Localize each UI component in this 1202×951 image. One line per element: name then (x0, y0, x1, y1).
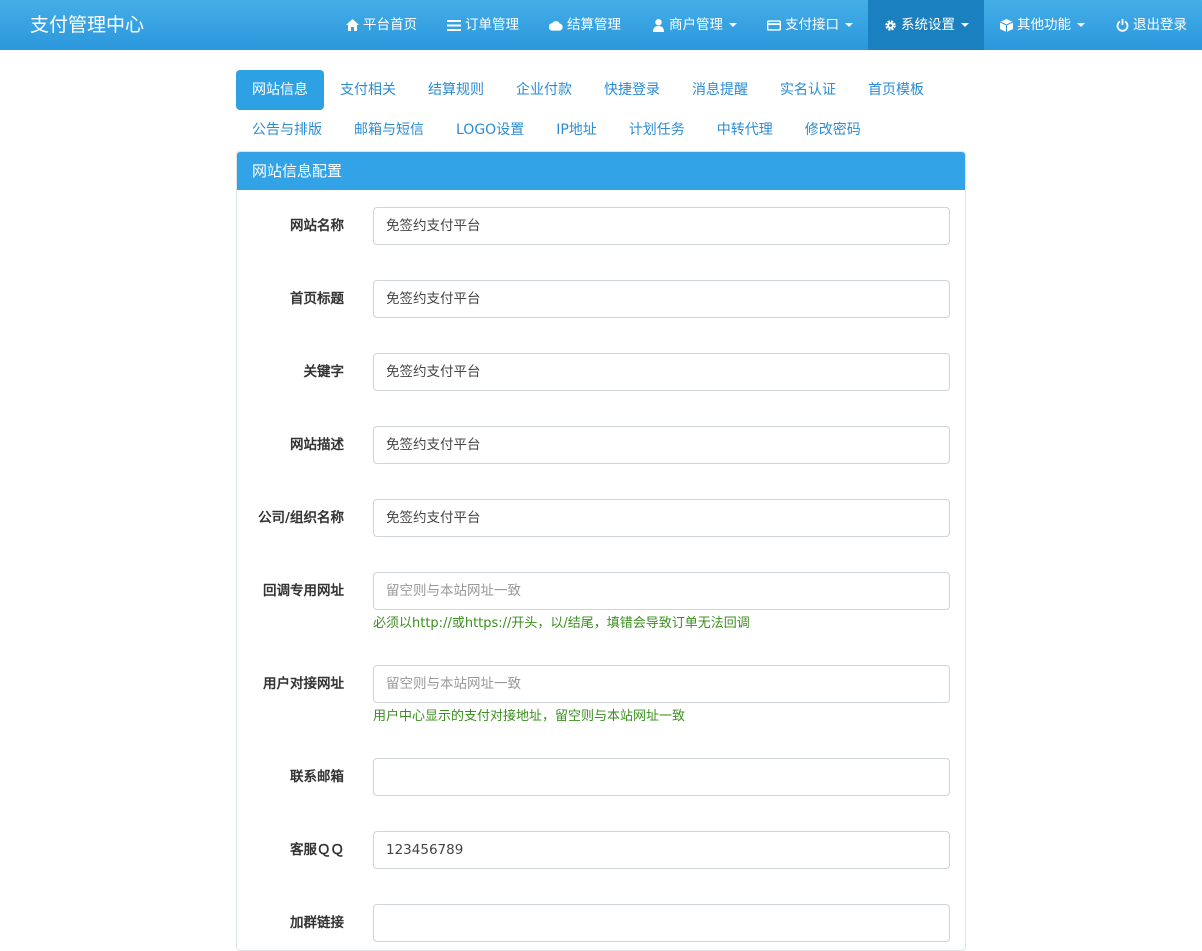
field-label: 用户对接网址 (263, 676, 344, 692)
tab-2[interactable]: 结算规则 (412, 70, 500, 110)
cloud-icon (549, 18, 563, 32)
tab-14[interactable]: 修改密码 (789, 110, 877, 150)
nav-item-label: 支付接口 (785, 17, 839, 33)
field-label: 网站描述 (290, 437, 344, 453)
nav-item-list[interactable]: 订单管理 (432, 0, 534, 50)
field-value: 免签约支付平台 (386, 510, 481, 526)
caret-down-icon (729, 23, 737, 27)
tab-9[interactable]: 邮箱与短信 (338, 110, 440, 150)
caret-down-icon (845, 23, 853, 27)
nav-item-cube[interactable]: 其他功能 (984, 0, 1100, 50)
nav-item-gear[interactable]: 系统设置 (868, 0, 984, 50)
panel-title: 网站信息配置 (237, 152, 965, 190)
power-icon (1115, 18, 1129, 32)
field-input[interactable]: 免签约支付平台 (373, 353, 950, 391)
brand-title[interactable]: 支付管理中心 (30, 0, 144, 50)
cube-icon (999, 18, 1013, 32)
nav-item-label: 平台首页 (363, 17, 417, 33)
field-help-text: 必须以http://或https://开头，以/结尾，填错会导致订单无法回调 (373, 616, 750, 631)
tab-5[interactable]: 消息提醒 (676, 70, 764, 110)
settings-tabs: 网站信息 支付相关 结算规则 企业付款 快捷登录 消息提醒 实名认证 首页模板公告与排版 邮箱与… (236, 70, 966, 150)
field-input[interactable]: 123456789 (373, 831, 950, 869)
user-icon (651, 18, 665, 32)
field-placeholder: 留空则与本站网址一致 (386, 676, 521, 692)
tab-11[interactable]: IP地址 (540, 110, 613, 150)
site-info-panel: 网站信息配置 网站名称 免签约支付平台 首页标题 免签约支付平台 关键字 免签约支付平台网… (236, 151, 966, 951)
field-label: 公司/组织名称 (258, 510, 344, 526)
nav-item-credit-card[interactable]: 支付接口 (752, 0, 868, 50)
field-placeholder: 留空则与本站网址一致 (386, 583, 521, 599)
caret-down-icon (1077, 23, 1085, 27)
home-icon (345, 18, 359, 32)
list-icon (447, 18, 461, 32)
field-value: 123456789 (386, 842, 464, 858)
field-input[interactable]: 免签约支付平台 (373, 280, 950, 318)
nav-item-power[interactable]: 退出登录 (1100, 0, 1202, 50)
nav-item-cloud[interactable]: 结算管理 (534, 0, 636, 50)
tab-6[interactable]: 实名认证 (764, 70, 852, 110)
tab-8[interactable]: 公告与排版 (236, 110, 338, 150)
credit-card-icon (767, 18, 781, 32)
top-navbar: 支付管理中心 平台首页 订单管理 结算管理 商户管理 支付接口 系统设置 其他功能 退出登录 (0, 0, 1202, 50)
field-label: 首页标题 (290, 291, 344, 307)
field-label: 加群链接 (290, 915, 344, 931)
field-input[interactable]: 留空则与本站网址一致 (373, 665, 950, 703)
tab-7[interactable]: 首页模板 (852, 70, 940, 110)
caret-down-icon (961, 23, 969, 27)
field-value: 免签约支付平台 (386, 364, 481, 380)
field-label: 联系邮箱 (290, 769, 344, 785)
field-input[interactable]: 免签约支付平台 (373, 207, 950, 245)
nav-item-label: 商户管理 (669, 17, 723, 33)
field-label: 网站名称 (290, 218, 344, 234)
field-value: 免签约支付平台 (386, 291, 481, 307)
field-help-text: 用户中心显示的支付对接地址，留空则与本站网址一致 (373, 709, 686, 724)
field-input[interactable]: 免签约支付平台 (373, 499, 950, 537)
field-label: 客服ＱＱ (290, 842, 344, 858)
field-value: 免签约支付平台 (386, 437, 481, 453)
tab-0[interactable]: 网站信息 (236, 70, 324, 110)
tab-10[interactable]: LOGO设置 (440, 110, 540, 150)
nav-item-label: 系统设置 (901, 17, 955, 33)
nav-item-label: 订单管理 (465, 17, 519, 33)
gear-icon (883, 18, 897, 32)
tab-4[interactable]: 快捷登录 (588, 70, 676, 110)
nav-item-user[interactable]: 商户管理 (636, 0, 752, 50)
nav-item-label: 退出登录 (1133, 17, 1187, 33)
field-input[interactable]: 留空则与本站网址一致 (373, 572, 950, 610)
tab-13[interactable]: 中转代理 (701, 110, 789, 150)
field-input[interactable] (373, 758, 950, 796)
tab-1[interactable]: 支付相关 (324, 70, 412, 110)
field-label: 关键字 (303, 364, 345, 380)
field-label: 回调专用网址 (263, 583, 344, 599)
tab-12[interactable]: 计划任务 (613, 110, 701, 150)
field-input[interactable] (373, 904, 950, 942)
nav-menu: 平台首页 订单管理 结算管理 商户管理 支付接口 系统设置 其他功能 退出登录 (330, 0, 1202, 50)
nav-item-home[interactable]: 平台首页 (330, 0, 432, 50)
field-input[interactable]: 免签约支付平台 (373, 426, 950, 464)
field-value: 免签约支付平台 (386, 218, 481, 234)
nav-item-label: 结算管理 (567, 17, 621, 33)
nav-item-label: 其他功能 (1017, 17, 1071, 33)
tab-3[interactable]: 企业付款 (500, 70, 588, 110)
